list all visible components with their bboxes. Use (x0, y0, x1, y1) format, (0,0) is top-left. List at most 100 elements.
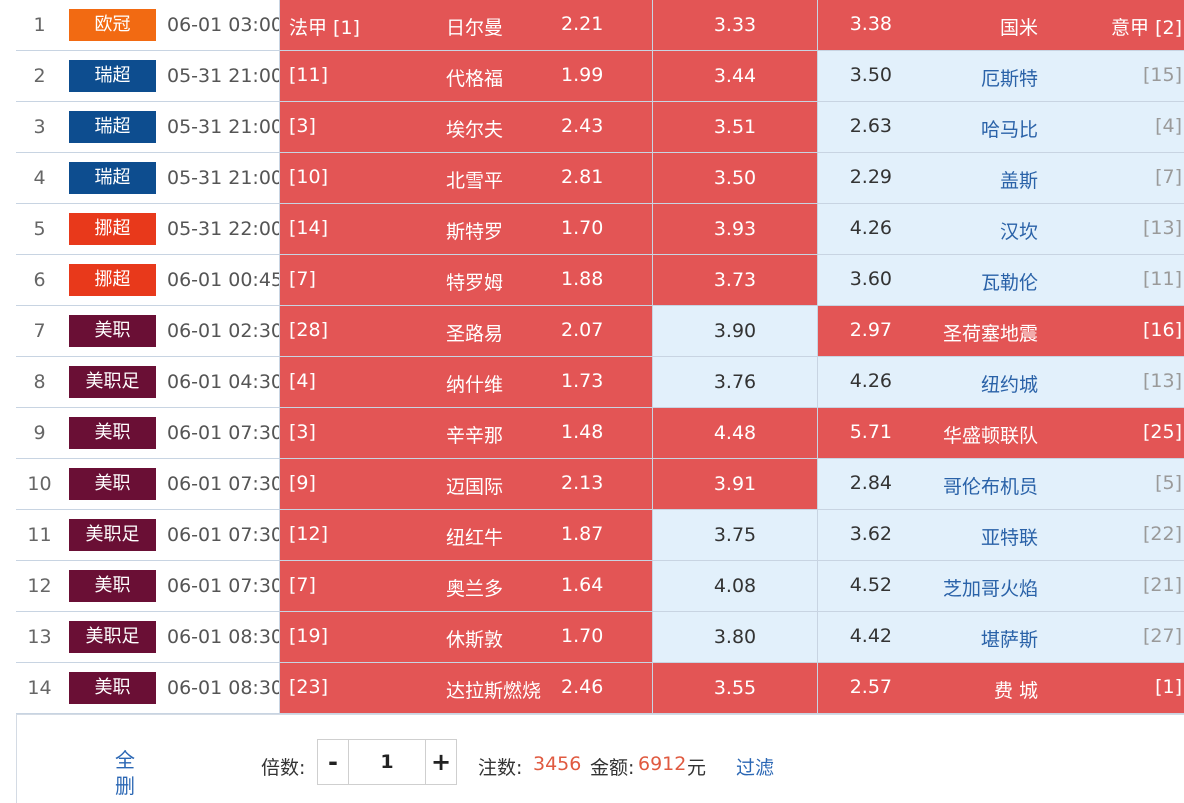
match-time: 06-01 00:45 (165, 254, 280, 306)
home-win-option[interactable]: 法甲 [1] 日尔曼 2.21 (279, 0, 653, 51)
home-win-option[interactable]: [7] 奥兰多 1.64 (279, 560, 653, 612)
home-team: 日尔曼 (446, 17, 504, 39)
away-win-option[interactable]: 3.62 亚特联 [22] (817, 509, 1184, 561)
league-cell: 瑞超 (63, 101, 165, 153)
away-odds: 4.26 (849, 370, 892, 392)
home-odds: 2.81 (561, 166, 604, 188)
match-time: 05-31 21:00 (165, 101, 280, 153)
draw-option[interactable]: 3.93 (652, 203, 818, 255)
draw-option[interactable]: 3.44 (652, 50, 818, 102)
home-win-option[interactable]: [9] 迈国际 2.13 (279, 458, 653, 510)
home-team: 斯特罗 (446, 221, 504, 243)
draw-option[interactable]: 3.55 (652, 662, 818, 714)
away-odds: 2.63 (849, 115, 892, 137)
draw-option[interactable]: 3.33 (652, 0, 818, 51)
league-cell: 挪超 (63, 203, 165, 255)
away-win-option[interactable]: 2.63 哈马比 [4] (817, 101, 1184, 153)
away-rank: [15] (1142, 64, 1182, 86)
home-team: 迈国际 (446, 476, 504, 498)
home-team: 纽红牛 (446, 527, 504, 549)
league-badge: 美职 (69, 468, 156, 500)
league-badge: 美职足 (69, 519, 156, 551)
match-index: 2 (16, 50, 63, 102)
home-odds: 1.88 (561, 268, 604, 290)
draw-odds: 3.33 (713, 14, 757, 36)
draw-option[interactable]: 3.75 (652, 509, 818, 561)
draw-odds: 3.80 (713, 626, 757, 648)
away-rank: [21] (1142, 574, 1182, 596)
home-win-option[interactable]: [3] 辛辛那 1.48 (279, 407, 653, 459)
home-team: 北雪平 (446, 170, 504, 192)
match-time: 05-31 21:00 (165, 152, 280, 204)
draw-odds: 3.90 (713, 320, 757, 342)
increase-button[interactable]: + (426, 740, 456, 784)
home-rank: [9] (289, 472, 316, 494)
home-win-option[interactable]: [23] 达拉斯燃烧 2.46 (279, 662, 653, 714)
away-team: 芝加哥火焰 (942, 578, 1038, 600)
away-win-option[interactable]: 2.97 圣荷塞地震 [16] (817, 305, 1184, 357)
delete-all-button[interactable]: 全删 (113, 747, 137, 799)
home-win-option[interactable]: [19] 休斯敦 1.70 (279, 611, 653, 663)
match-time: 05-31 21:00 (165, 50, 280, 102)
home-team: 达拉斯燃烧 (446, 680, 542, 702)
home-team: 埃尔夫 (446, 119, 504, 141)
draw-option[interactable]: 3.90 (652, 305, 818, 357)
draw-option[interactable]: 4.48 (652, 407, 818, 459)
home-odds: 1.70 (561, 217, 604, 239)
league-cell: 美职 (63, 662, 165, 714)
draw-option[interactable]: 3.80 (652, 611, 818, 663)
home-win-option[interactable]: [11] 代格福 1.99 (279, 50, 653, 102)
away-win-option[interactable]: 2.29 盖斯 [7] (817, 152, 1184, 204)
away-win-option[interactable]: 4.42 堪萨斯 [27] (817, 611, 1184, 663)
draw-option[interactable]: 3.73 (652, 254, 818, 306)
away-rank: [7] (1155, 166, 1182, 188)
away-win-option[interactable]: 3.38 国米 意甲 [2] (817, 0, 1184, 51)
away-win-option[interactable]: 2.84 哥伦布机员 [5] (817, 458, 1184, 510)
draw-option[interactable]: 4.08 (652, 560, 818, 612)
multiplier-input[interactable]: 1 (348, 740, 426, 784)
match-index: 8 (16, 356, 63, 408)
away-team: 纽约城 (980, 374, 1038, 396)
away-win-option[interactable]: 2.57 费 城 [1] (817, 662, 1184, 714)
match-time: 06-01 08:30 (165, 662, 280, 714)
draw-option[interactable]: 3.50 (652, 152, 818, 204)
draw-option[interactable]: 3.91 (652, 458, 818, 510)
away-win-option[interactable]: 5.71 华盛顿联队 [25] (817, 407, 1184, 459)
league-badge: 瑞超 (69, 162, 156, 194)
filter-link[interactable]: 过滤 (736, 753, 774, 780)
home-win-option[interactable]: [12] 纽红牛 1.87 (279, 509, 653, 561)
decrease-button[interactable]: - (318, 740, 348, 784)
home-win-option[interactable]: [10] 北雪平 2.81 (279, 152, 653, 204)
home-win-option[interactable]: [4] 纳什维 1.73 (279, 356, 653, 408)
away-win-option[interactable]: 3.60 瓦勒伦 [11] (817, 254, 1184, 306)
away-team: 亚特联 (980, 527, 1038, 549)
draw-option[interactable]: 3.51 (652, 101, 818, 153)
home-rank: [7] (289, 268, 316, 290)
match-table: 1 欧冠 06-01 03:00 法甲 [1] 日尔曼 2.21 3.33 3.38 国米 意甲 … (16, 0, 1184, 714)
away-team: 圣荷塞地震 (942, 323, 1038, 345)
draw-odds: 3.50 (713, 167, 757, 189)
away-win-option[interactable]: 4.26 纽约城 [13] (817, 356, 1184, 408)
home-win-option[interactable]: [3] 埃尔夫 2.43 (279, 101, 653, 153)
home-win-option[interactable]: [7] 特罗姆 1.88 (279, 254, 653, 306)
match-time: 06-01 07:30 (165, 509, 280, 561)
match-row: 10 美职 06-01 07:30 [9] 迈国际 2.13 3.91 2.84 哥伦布机员 [5… (16, 458, 1184, 510)
home-win-option[interactable]: [28] 圣路易 2.07 (279, 305, 653, 357)
away-win-option[interactable]: 4.52 芝加哥火焰 [21] (817, 560, 1184, 612)
match-index: 6 (16, 254, 63, 306)
draw-option[interactable]: 3.76 (652, 356, 818, 408)
away-team: 哥伦布机员 (942, 476, 1038, 498)
home-odds: 2.13 (561, 472, 604, 494)
match-row: 14 美职 06-01 08:30 [23] 达拉斯燃烧 2.46 3.55 2.57 费 城 [… (16, 662, 1184, 714)
match-row: 6 挪超 06-01 00:45 [7] 特罗姆 1.88 3.73 3.60 瓦勒伦 [11] (16, 254, 1184, 306)
away-win-option[interactable]: 3.50 厄斯特 [15] (817, 50, 1184, 102)
home-team: 圣路易 (446, 323, 504, 345)
away-win-option[interactable]: 4.26 汉坎 [13] (817, 203, 1184, 255)
away-odds: 3.38 (849, 13, 892, 35)
match-row: 7 美职 06-01 02:30 [28] 圣路易 2.07 3.90 2.97 圣荷塞地震 [1… (16, 305, 1184, 357)
league-cell: 美职足 (63, 356, 165, 408)
draw-odds: 4.48 (713, 422, 757, 444)
amount-unit: 元 (687, 757, 707, 779)
home-win-option[interactable]: [14] 斯特罗 1.70 (279, 203, 653, 255)
draw-odds: 3.75 (713, 524, 757, 546)
